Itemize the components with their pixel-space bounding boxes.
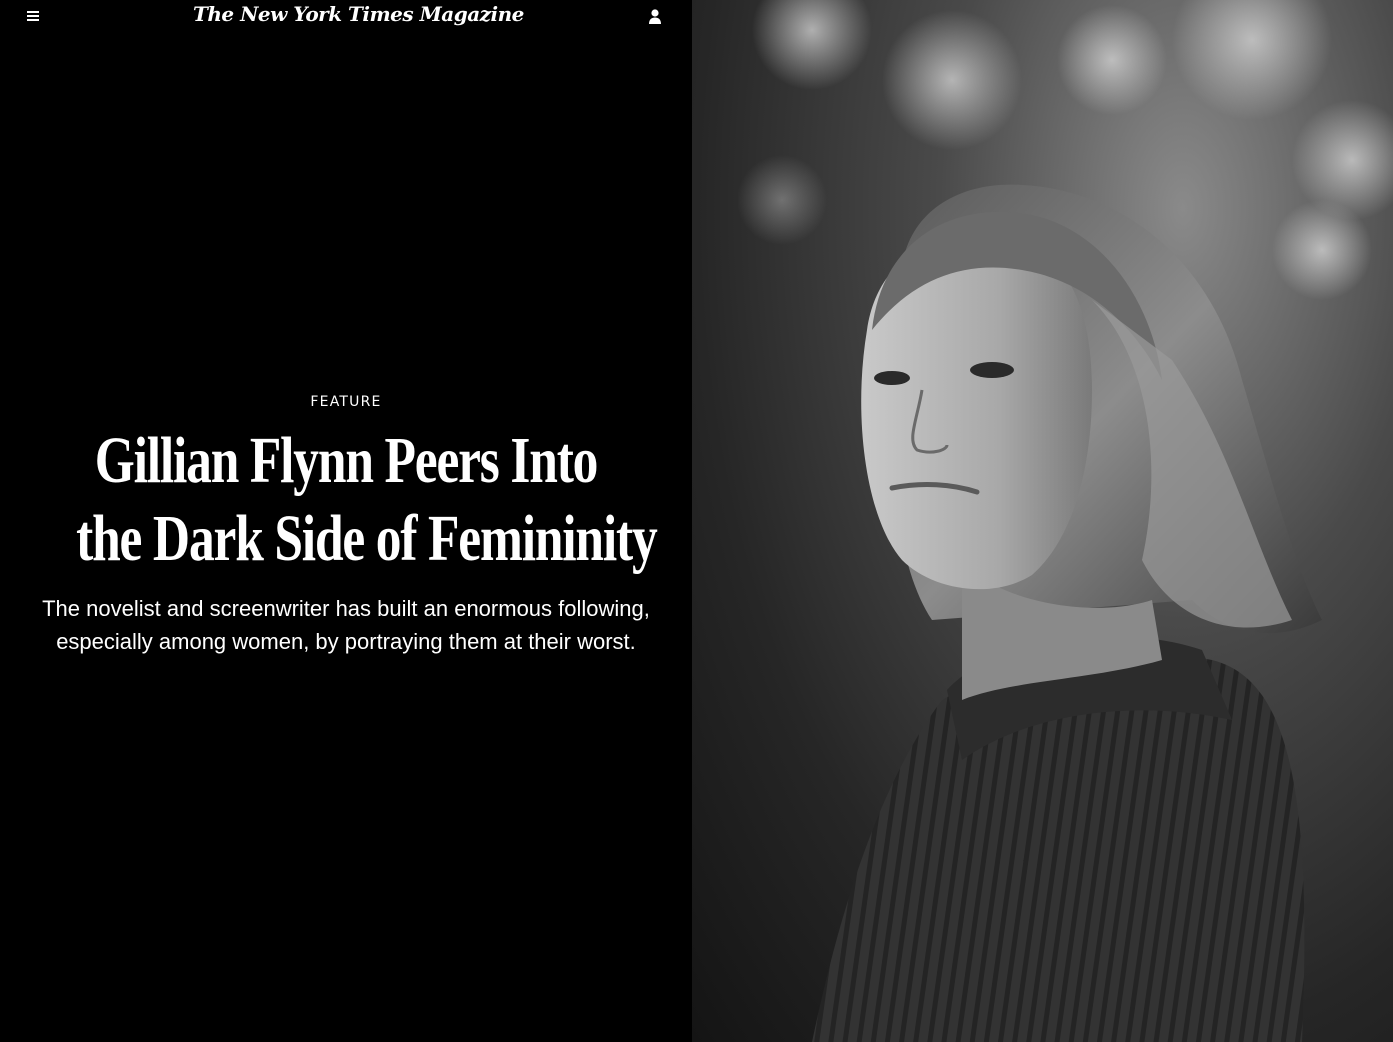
user-account-icon[interactable] [647, 8, 663, 26]
article-kicker: FEATURE [310, 394, 382, 410]
headline-line-1: Gillian Flynn Peers Into [94, 424, 599, 497]
portrait-illustration [737, 0, 1393, 1042]
article-header: FEATURE Gillian Flynn Peers Into the Dar… [0, 392, 692, 658]
portrait-photo [692, 0, 1393, 1042]
masthead-logo[interactable]: The New York Times Magazine [193, 2, 524, 26]
article-summary: The novelist and screenwriter has built … [42, 596, 650, 654]
article-headline: Gillian Flynn Peers Into the Dark Side o… [76, 422, 658, 578]
headline-line-2: the Dark Side of Femininity [76, 502, 658, 575]
hamburger-menu-icon[interactable] [25, 8, 43, 24]
headline-panel: The New York Times Magazine FEATURE Gill… [0, 0, 692, 1042]
article-page: The New York Times Magazine FEATURE Gill… [0, 0, 1393, 1042]
top-navigation-bar: The New York Times Magazine [0, 0, 692, 34]
